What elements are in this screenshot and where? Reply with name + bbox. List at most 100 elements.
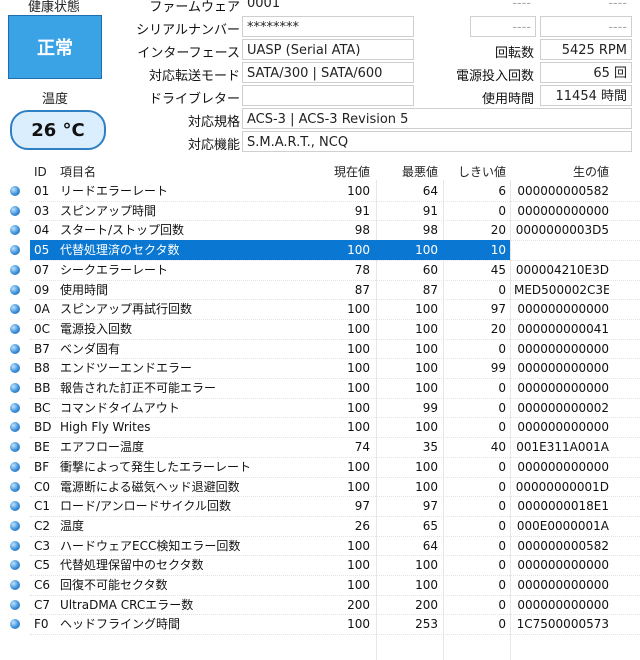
row-current: 98 [354,223,370,238]
row-current: 100 [347,184,370,198]
row-current: 100 [347,459,370,474]
status-good-icon [10,205,20,216]
table-row[interactable]: C1 ロード/アンロードサイクル回数 97 97 0 0000000018E1 [0,496,640,516]
table-row[interactable]: C5 代替処理保留中のセクタ数 100 100 0 000000000000 [0,555,640,575]
status-good-icon [10,284,20,295]
smart-attribute-table[interactable]: ID 項目名 現在値 最悪値 しきい値 生の値 01 リードエラーレート 100 64… [0,160,640,660]
status-good-icon [10,520,20,531]
row-threshold: 20 [490,321,506,336]
status-good-icon [10,363,20,374]
row-raw: 0000000018E1 [517,499,609,514]
row-current: 100 [347,243,370,258]
interface-value: UASP (Serial ATA) [242,39,414,60]
row-worst: 100 [415,341,438,356]
table-row[interactable]: BC コマンドタイムアウト 100 99 0 000000000002 [0,398,640,418]
power-count-value: 65 回 [540,62,632,83]
row-name: 回復不可能セクタ数 [60,578,168,592]
row-worst: 100 [415,243,438,258]
header-current[interactable]: 現在値 [316,162,370,182]
row-threshold: 0 [498,597,506,612]
row-raw: 000000000582 [517,538,609,553]
header-name[interactable]: 項目名 [60,162,310,182]
power-hours-label: 使用時間 [481,92,534,107]
row-raw: 000000000000 [517,558,609,573]
row-worst: 60 [422,262,438,277]
row-threshold: 6 [498,184,506,198]
row-worst: 99 [422,400,438,415]
row-name: 衝撃によって発生したエラーレート [60,459,252,474]
row-worst: 64 [422,184,438,198]
table-row[interactable]: 04 スタート/ストップ回数 98 98 20 0000000003D5 [0,220,640,240]
row-current: 100 [347,538,370,553]
table-row[interactable]: BE エアフロー温度 74 35 40 001E311A001A [0,437,640,457]
table-row[interactable]: B7 ベンダ固有 100 100 0 000000000000 [0,339,640,359]
table-row[interactable]: 09 使用時間 87 87 0 MED500002C3E [0,280,640,300]
header-worst[interactable]: 最悪値 [382,162,438,182]
table-row[interactable]: BF 衝撃によって発生したエラーレート 100 100 0 000000000000 [0,457,640,477]
table-row[interactable]: 05 代替処理済のセクタ数 100 100 10 000000000000 [0,240,640,261]
row-current: 100 [347,558,370,573]
status-good-icon [10,442,20,453]
table-row[interactable]: C0 電源断による磁気ヘッド退避回数 100 100 0 00000000001D [0,477,640,497]
status-good-icon [10,304,20,315]
row-threshold: 0 [498,282,506,297]
row-raw: 000000000000 [517,381,609,395]
table-row[interactable]: C6 回復不可能セクタ数 100 100 0 000000000000 [0,575,640,595]
status-good-icon [10,461,20,472]
row-threshold: 0 [498,499,506,514]
table-row[interactable]: 0C 電源投入回数 100 100 20 000000000041 [0,319,640,339]
row-threshold: 0 [498,558,506,573]
table-row[interactable]: F0 ヘッドフライング時間 100 253 0 1C7500000573 [0,614,640,634]
row-worst: 64 [422,538,438,553]
row-raw: 000000000000 [517,459,609,474]
row-name: High Fly Writes [60,420,151,435]
health-status-button[interactable]: 正常 [8,15,102,79]
row-threshold: 20 [490,223,506,238]
row-current: 100 [347,341,370,356]
features-value: S.M.A.R.T., NCQ [242,131,632,152]
row-threshold: 97 [490,302,506,317]
table-row[interactable]: 07 シークエラーレート 78 60 45 000004210E3D [0,260,640,280]
table-row[interactable]: C3 ハードウェアECC検知エラー回数 100 64 0 000000000582 [0,536,640,556]
row-name: 電源投入回数 [60,321,133,336]
row-threshold: 0 [498,420,506,435]
row-name: ロード/アンロードサイクル回数 [60,499,231,514]
table-row[interactable]: C7 UltraDMA CRCエラー数 200 200 0 000000000000 [0,595,640,615]
row-name: スタート/ストップ回数 [60,223,185,238]
status-good-icon [10,501,20,512]
table-row[interactable]: BB 報告された訂正不可能エラー 100 100 0 000000000000 [0,378,640,398]
row-name: 代替処理保留中のセクタ数 [60,558,204,573]
row-name: ハードウェアECC検知エラー回数 [60,538,241,553]
table-row[interactable]: C2 温度 26 65 0 000E0000001A [0,516,640,536]
row-raw: MED500002C3E [514,282,609,297]
table-row[interactable]: BD High Fly Writes 100 100 0 000000000000 [0,417,640,437]
row-worst: 97 [422,499,438,514]
status-good-icon [10,225,20,236]
row-threshold: 0 [498,538,506,553]
temperature-button[interactable]: 26 °C [10,110,106,150]
row-worst: 100 [415,558,438,573]
firmware-label: ファームウェア [149,0,240,15]
row-worst: 98 [422,223,438,238]
table-row[interactable]: B8 エンドツーエンドエラー 100 100 99 000000000000 [0,358,640,378]
table-row[interactable]: 03 スピンアップ時間 91 91 0 000000000000 [0,201,640,221]
row-worst: 200 [415,597,438,612]
rpm-label: 回転数 [494,46,534,61]
health-status-label: 健康状態 [28,0,81,15]
header-raw[interactable]: 生の値 [514,162,609,182]
row-raw: 000004210E3D [515,262,609,277]
status-good-icon [10,402,20,413]
row-current: 100 [347,361,370,376]
status-good-icon [10,580,20,590]
standard-label: 対応規格 [187,115,240,130]
row-raw: 000000000000 [517,341,609,356]
row-current: 78 [354,262,370,277]
row-worst: 35 [422,440,438,455]
temperature-value: 26 °C [31,119,85,141]
table-row[interactable]: 0A スピンアップ再試行回数 100 100 97 000000000000 [0,299,640,319]
table-row[interactable]: 01 リードエラーレート 100 64 6 000000000582 [0,181,640,201]
row-raw: 000000000002 [517,400,609,415]
header-threshold[interactable]: しきい値 [448,162,506,182]
row-current: 100 [347,479,370,494]
row-current: 74 [354,440,370,455]
